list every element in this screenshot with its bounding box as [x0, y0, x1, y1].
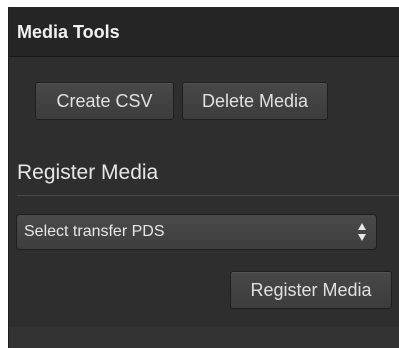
panel-title: Media Tools	[17, 22, 120, 42]
up-down-arrows-icon	[357, 221, 367, 243]
transfer-pds-select[interactable]: Select transfer PDS	[16, 214, 377, 250]
create-csv-button[interactable]: Create CSV	[35, 82, 174, 120]
delete-media-button[interactable]: Delete Media	[182, 82, 328, 120]
media-tools-panel: Media Tools Create CSV Delete Media Regi…	[8, 7, 399, 348]
panel-header: Media Tools	[9, 7, 399, 57]
select-value: Select transfer PDS	[24, 223, 165, 240]
register-media-heading: Register Media	[17, 161, 159, 184]
section-divider	[17, 195, 399, 196]
panel-footer	[9, 325, 399, 348]
register-media-button[interactable]: Register Media	[230, 271, 392, 309]
